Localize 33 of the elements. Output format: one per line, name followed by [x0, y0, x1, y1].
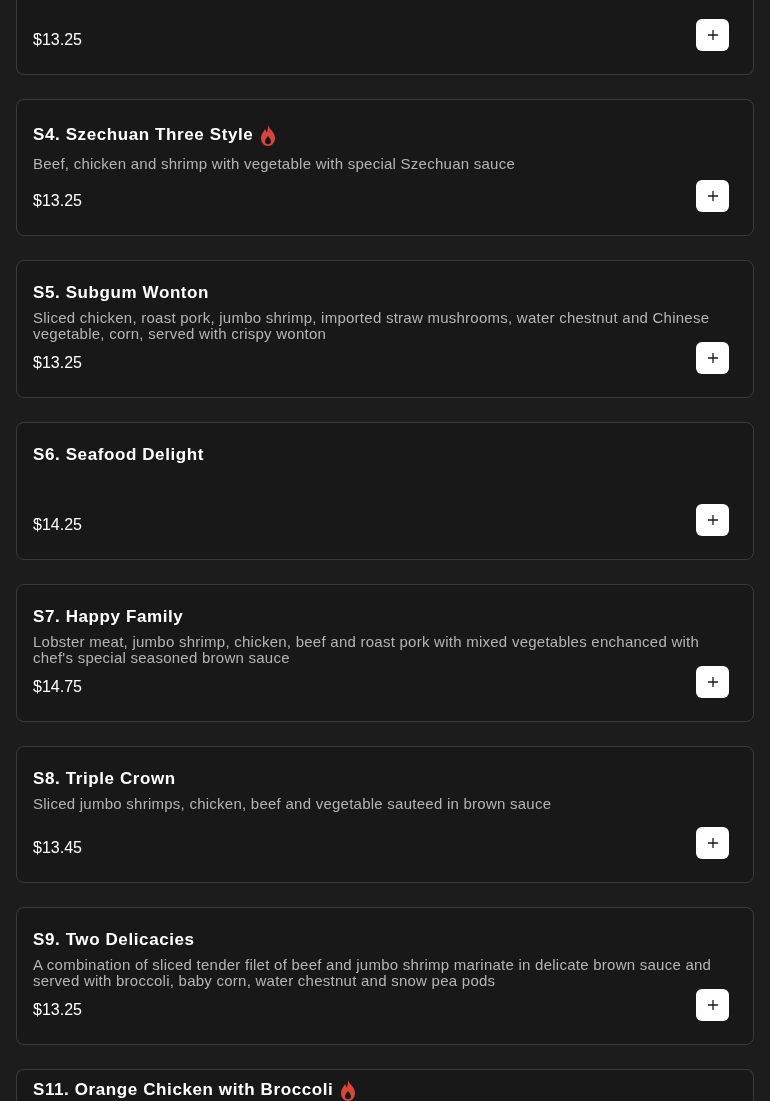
item-name: S6. Seafood Delight: [33, 444, 205, 466]
item-price: $13.25: [33, 29, 82, 50]
item-price: $13.25: [33, 1000, 82, 1020]
plus-icon: [707, 676, 718, 687]
add-button[interactable]: [696, 665, 729, 698]
item-price: $14.25: [33, 514, 82, 535]
item-price: $13.45: [33, 838, 82, 858]
plus-icon: [707, 353, 718, 363]
item-price: $14.75: [33, 676, 82, 697]
item-description: Sliced chicken, roast pork, jumbo shrimp, imported straw mushrooms, water chestnut and Chinese vegetable, corn, served with crispy wonton: [33, 310, 711, 342]
item-name: S7. Happy Family: [33, 605, 184, 628]
add-button[interactable]: [696, 18, 729, 51]
add-button[interactable]: [696, 503, 729, 536]
add-button[interactable]: [696, 989, 729, 1021]
item-name: S11. Orange Chicken with Broccoli: [33, 1079, 334, 1101]
item-description: Beef, chicken and shrimp with vegetable with special Szechuan sauce: [33, 155, 516, 172]
item-name: S4. Szechuan Three Style: [33, 124, 254, 146]
item-description: Sliced jumbo shrimps, chicken, beef and vegetable sauteed in brown sauce: [33, 795, 553, 812]
item-price: $13.25: [33, 191, 82, 211]
add-button[interactable]: [696, 342, 729, 374]
item-price: $13.25: [33, 353, 82, 373]
item-name: S8. Triple Crown: [33, 767, 176, 790]
add-button[interactable]: [696, 827, 729, 859]
plus-icon: [707, 838, 718, 848]
item-name: S5. Subgum Wonton: [33, 282, 210, 304]
add-button[interactable]: [696, 180, 729, 212]
item-description: A combination of sliced tender filet of beef and jumbo shrimp marinate in delicate brown sauce and served with broccoli, baby corn, water chestnut and snow pea pods: [33, 957, 713, 989]
plus-icon: [707, 1000, 718, 1010]
item-description: Lobster meat, jumbo shrimp, chicken, beef and roast pork with mixed vegetables enchanced with chef's special seasoned brown sauce: [33, 633, 701, 666]
plus-icon: [707, 514, 718, 525]
item-name: S9. Two Delicacies: [33, 929, 195, 951]
plus-icon: [707, 29, 718, 40]
plus-icon: [707, 191, 718, 201]
